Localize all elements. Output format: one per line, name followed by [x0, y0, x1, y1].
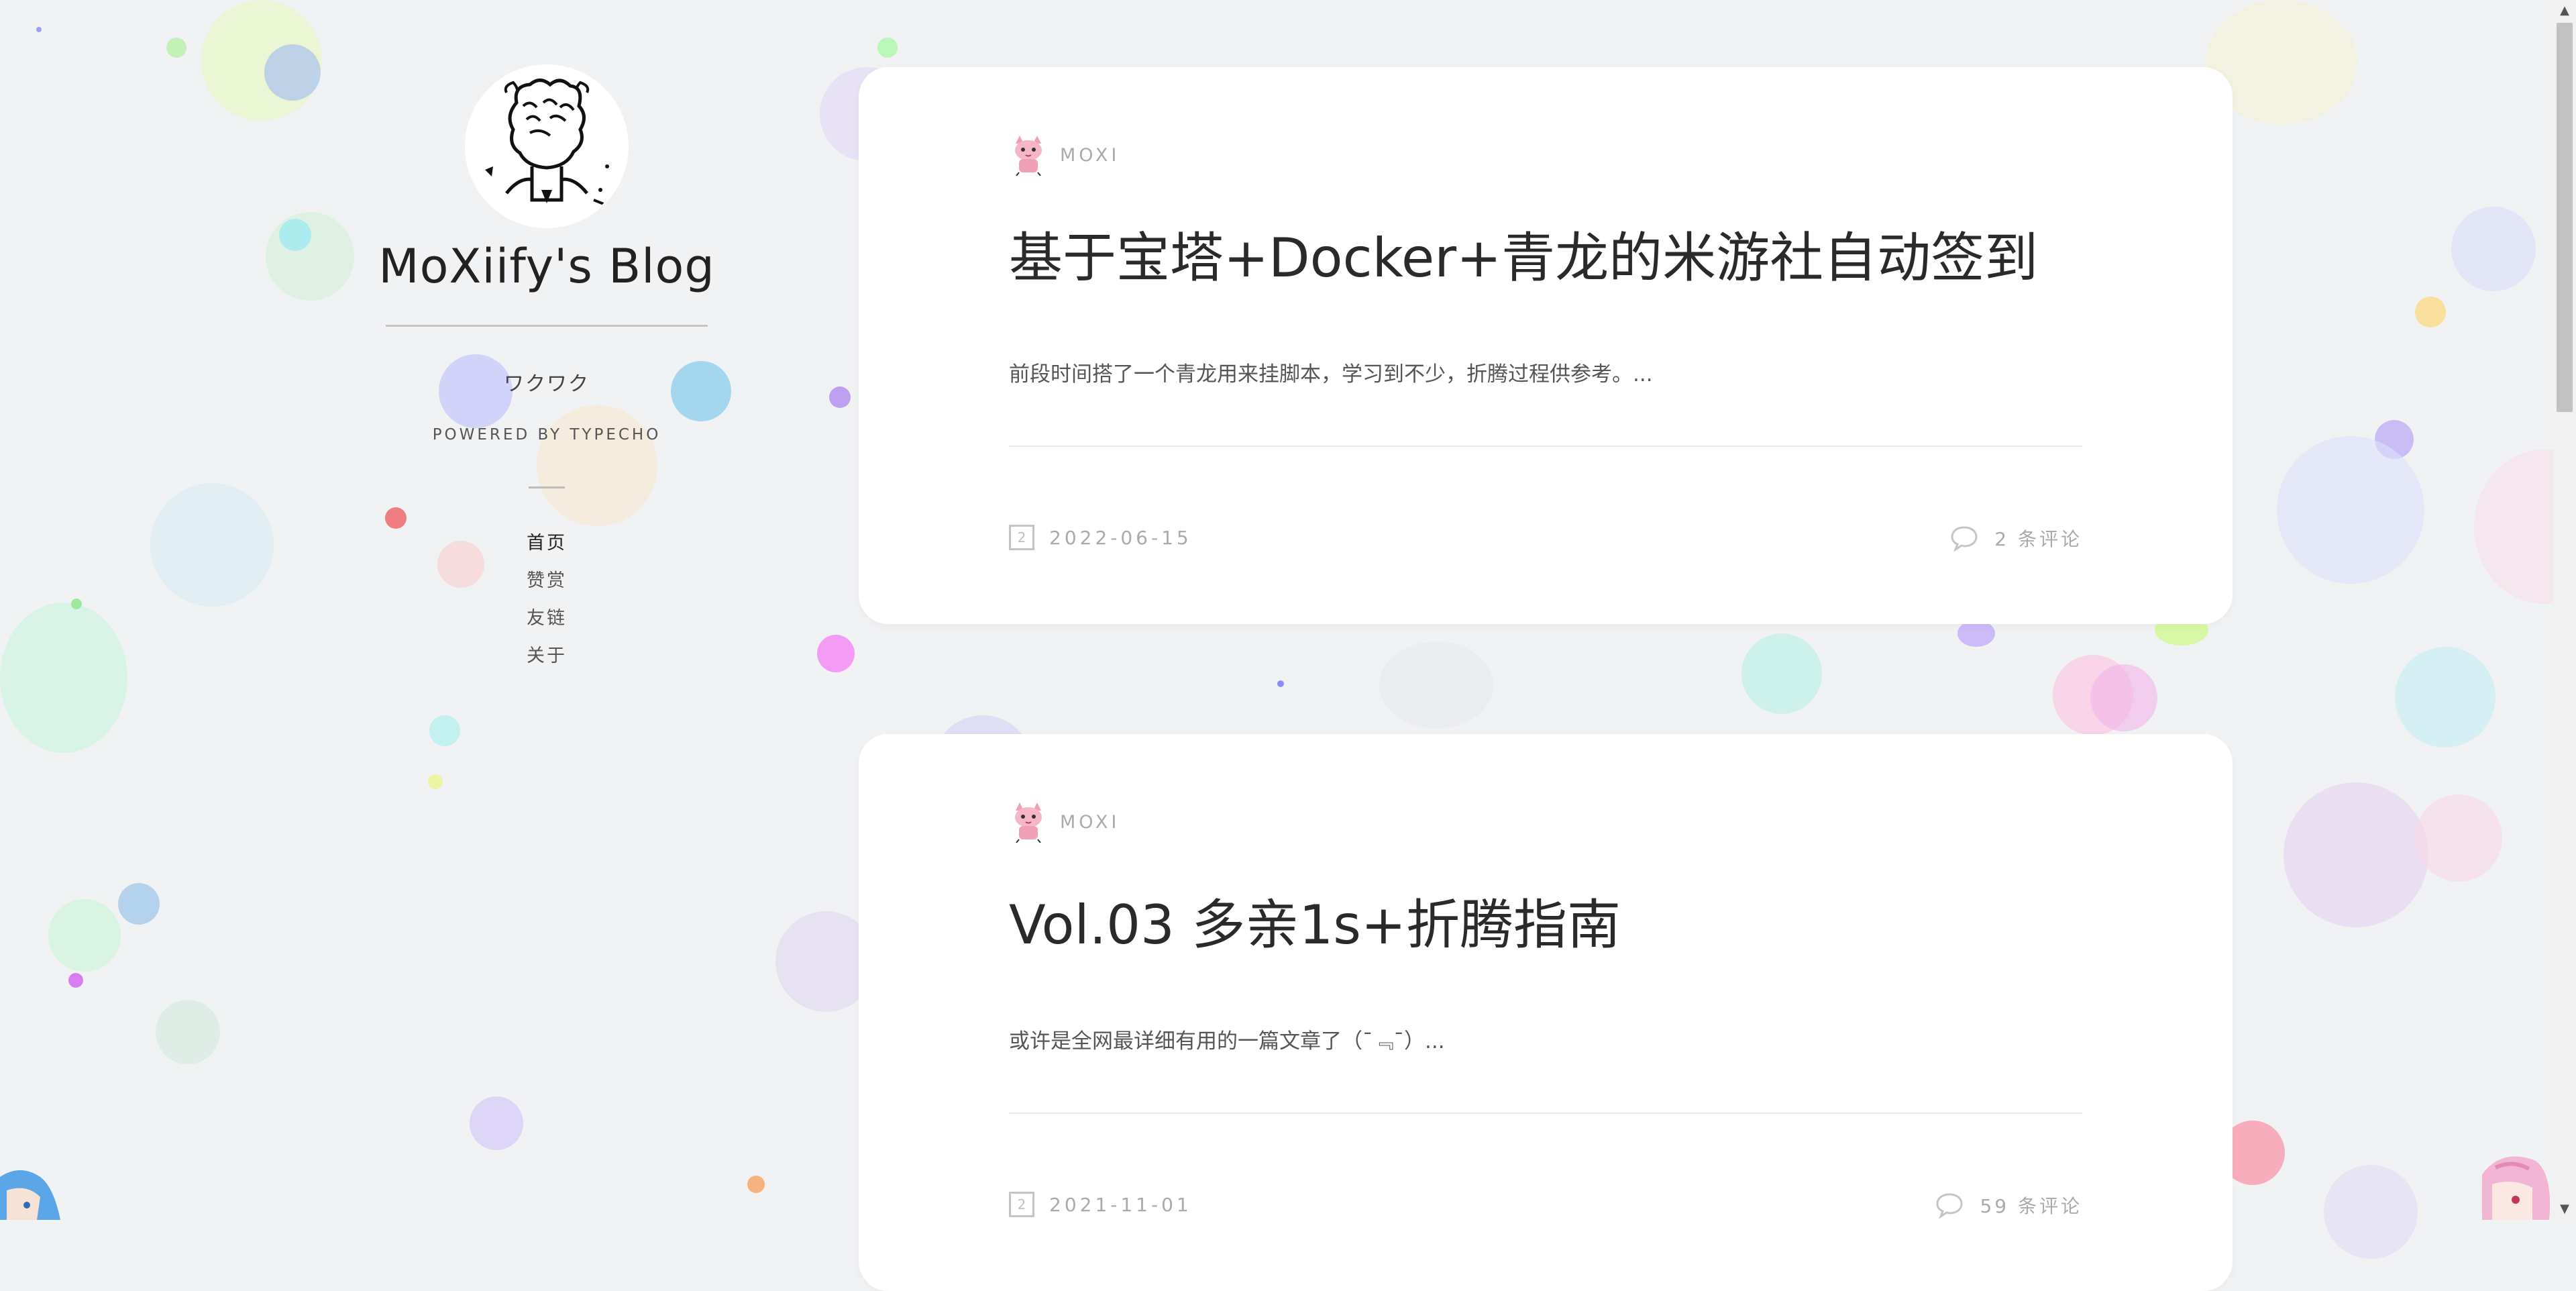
author-name[interactable]: MOXI: [1060, 812, 1120, 833]
pink-cat-icon: [1015, 803, 1042, 843]
post-card: MOXI 基于宝塔+Docker+青龙的米游社自动签到 前段时间搭了一个青龙用来…: [859, 67, 2233, 624]
author-name[interactable]: MOXI: [1060, 145, 1120, 166]
page-scrollbar[interactable]: ▲ ▼: [2553, 0, 2576, 1220]
blog-title[interactable]: MoXiify's Blog: [376, 239, 718, 294]
pink-cat-icon: [1015, 136, 1042, 176]
post-date: 2 2021-11-01: [1009, 1192, 1192, 1217]
post-meta: 2 2021-11-01 59 条评论: [1009, 1192, 2082, 1221]
scroll-down-icon[interactable]: ▼: [2553, 1198, 2576, 1220]
calendar-icon: 2: [1009, 525, 1034, 550]
nav-divider: [529, 486, 565, 488]
comment-bubble-icon: [1951, 526, 1978, 552]
card-divider: [1009, 446, 2082, 447]
post-date: 2 2022-06-15: [1009, 525, 1192, 550]
nav-item-home[interactable]: 首页: [376, 525, 718, 562]
comment-count[interactable]: 2 条评论: [1994, 525, 2082, 552]
post-card: MOXI Vol.03 多亲1s+折腾指南 或许是全网最详细有用的一篇文章了（¯…: [859, 734, 2233, 1291]
post-excerpt: 或许是全网最详细有用的一篇文章了（¯﹃¯）...: [1009, 1029, 1445, 1053]
card-divider: [1009, 1113, 2082, 1114]
anime-character-right-icon: [2482, 1156, 2551, 1220]
calendar-icon: 2: [1009, 1192, 1034, 1217]
comment-count[interactable]: 59 条评论: [1980, 1192, 2082, 1219]
post-title[interactable]: 基于宝塔+Docker+青龙的米游社自动签到: [1009, 215, 2038, 293]
post-date-text: 2021-11-01: [1049, 1193, 1192, 1216]
scrollbar-thumb[interactable]: [2557, 23, 2573, 412]
sketch-avatar-icon: [468, 67, 626, 225]
scroll-up-icon[interactable]: ▲: [2553, 0, 2576, 21]
main-nav: 首页 赞赏 友链 关于: [376, 525, 718, 675]
blog-tagline: ワクワク: [504, 372, 590, 396]
post-author: MOXI: [1009, 798, 1120, 845]
powered-by-text: POWERED BY TYPECHO: [432, 426, 661, 444]
sidebar-divider: [386, 325, 708, 327]
post-comments[interactable]: 59 条评论: [1935, 1192, 2082, 1219]
nav-item-donate[interactable]: 赞赏: [376, 562, 718, 600]
anime-character-left-icon: [0, 1170, 60, 1220]
post-title[interactable]: Vol.03 多亲1s+折腾指南: [1009, 882, 1621, 960]
sidebar: MoXiify's Blog ワクワク POWERED BY TYPECHO 首…: [376, 66, 718, 675]
comment-bubble-icon: [1936, 1193, 1963, 1219]
post-author: MOXI: [1009, 132, 1120, 178]
post-meta: 2 2022-06-15 2 条评论: [1009, 525, 2082, 554]
post-comments[interactable]: 2 条评论: [1950, 525, 2082, 552]
nav-item-friends[interactable]: 友链: [376, 600, 718, 637]
post-excerpt: 前段时间搭了一个青龙用来挂脚本，学习到不少，折腾过程供参考。...: [1009, 362, 1653, 386]
nav-item-about[interactable]: 关于: [376, 637, 718, 675]
site-avatar[interactable]: [466, 66, 627, 227]
post-date-text: 2022-06-15: [1049, 526, 1192, 549]
